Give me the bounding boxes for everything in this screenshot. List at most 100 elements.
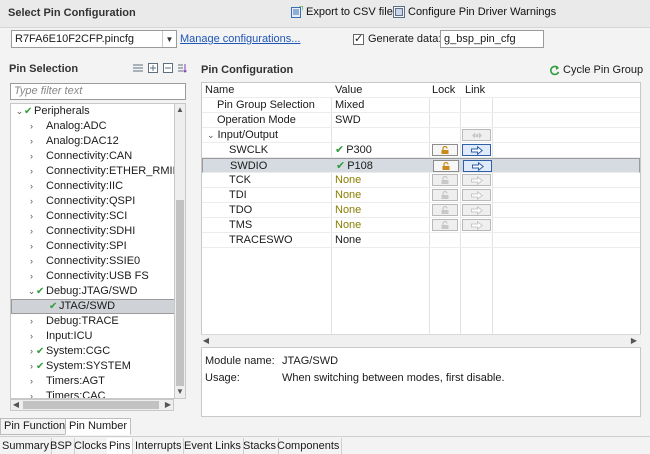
tab-clocks[interactable]: Clocks: [72, 438, 111, 454]
table-row[interactable]: TDI None: [202, 188, 640, 203]
tree-item[interactable]: › Connectivity:USB FS: [11, 269, 174, 284]
pin-value-cell[interactable]: ✔ P300: [335, 143, 372, 158]
tree-item[interactable]: › Timers:AGT: [11, 374, 174, 389]
link-button[interactable]: [462, 129, 491, 141]
tree-item[interactable]: › Debug:TRACE: [11, 314, 174, 329]
pin-value-cell[interactable]: ✔ P108: [336, 159, 373, 174]
pin-value-cell[interactable]: None: [335, 218, 361, 233]
chevron-right-icon[interactable]: ›: [27, 134, 36, 149]
chevron-right-icon[interactable]: ›: [27, 194, 36, 209]
tree-item[interactable]: › ✔ System:SYSTEM: [11, 359, 174, 374]
tree-item[interactable]: › Connectivity:SDHI: [11, 224, 174, 239]
tab-pins[interactable]: Pins: [107, 438, 134, 454]
lock-button[interactable]: [432, 204, 458, 216]
chevron-right-icon[interactable]: ›: [27, 164, 36, 179]
tree-vertical-scrollbar[interactable]: ▲ ▼: [174, 103, 186, 399]
column-header-link[interactable]: Link: [465, 83, 485, 98]
tree-item[interactable]: ✔ JTAG/SWD: [11, 299, 174, 314]
pin-value-cell[interactable]: None: [335, 188, 361, 203]
tree-item[interactable]: › Connectivity:SCI: [11, 209, 174, 224]
table-row[interactable]: ⌄ Input/Output: [202, 128, 640, 143]
link-button[interactable]: [462, 189, 491, 201]
chevron-right-icon[interactable]: ›: [27, 149, 36, 164]
tab-stacks[interactable]: Stacks: [241, 438, 280, 454]
link-button[interactable]: [462, 204, 491, 216]
tree-item[interactable]: ⌄✔ Peripherals: [11, 104, 174, 119]
tree-item[interactable]: › Connectivity:IIC: [11, 179, 174, 194]
table-horizontal-scrollbar[interactable]: ◀ ▶: [201, 334, 641, 346]
chevron-right-icon[interactable]: ›: [27, 359, 36, 374]
lock-button[interactable]: [432, 219, 458, 231]
chevron-right-icon[interactable]: ›: [27, 239, 36, 254]
link-button[interactable]: [462, 174, 491, 186]
scroll-right-icon[interactable]: ▶: [629, 336, 639, 346]
pin-config-select[interactable]: R7FA6E10F2CFP.pincfg ▼: [11, 30, 177, 48]
table-row[interactable]: TMS None: [202, 218, 640, 233]
scroll-left-icon[interactable]: ◀: [11, 400, 21, 410]
tree-item[interactable]: › Timers:CAC: [11, 389, 174, 398]
scroll-down-icon[interactable]: ▼: [175, 387, 185, 397]
tab-pin-number[interactable]: Pin Number: [65, 418, 132, 435]
collapse-all-icon[interactable]: [163, 63, 173, 73]
chevron-right-icon[interactable]: ›: [27, 344, 36, 359]
manage-configurations-link[interactable]: Manage configurations...: [180, 33, 300, 45]
list-icon[interactable]: [133, 63, 143, 73]
pin-value-cell[interactable]: None: [335, 203, 361, 218]
table-row[interactable]: SWCLK ✔ P300: [202, 143, 640, 158]
chevron-right-icon[interactable]: ›: [27, 119, 36, 134]
column-header-lock[interactable]: Lock: [432, 83, 455, 98]
configure-warnings-button[interactable]: Configure Pin Driver Warnings: [393, 6, 556, 18]
chevron-right-icon[interactable]: ›: [27, 314, 36, 329]
table-row[interactable]: TDO None: [202, 203, 640, 218]
tab-interrupts[interactable]: Interrupts: [133, 438, 185, 454]
chevron-right-icon[interactable]: ›: [27, 254, 36, 269]
chevron-down-icon[interactable]: ⌄: [27, 284, 36, 299]
chevron-down-icon[interactable]: ⌄: [207, 130, 215, 140]
chevron-right-icon[interactable]: ›: [27, 209, 36, 224]
cycle-pin-group-button[interactable]: Cycle Pin Group: [549, 64, 643, 76]
pin-value-cell[interactable]: Mixed: [335, 98, 364, 113]
chevron-down-icon[interactable]: ⌄: [15, 104, 24, 119]
expand-all-icon[interactable]: [148, 63, 158, 73]
tree-item[interactable]: › Connectivity:SPI: [11, 239, 174, 254]
tree-item[interactable]: › Input:ICU: [11, 329, 174, 344]
chevron-right-icon[interactable]: ›: [27, 224, 36, 239]
lock-button[interactable]: [433, 160, 459, 172]
tab-summary[interactable]: Summary: [0, 438, 53, 454]
tree-item[interactable]: › Analog:ADC: [11, 119, 174, 134]
column-header-value[interactable]: Value: [335, 83, 362, 98]
generate-data-input[interactable]: g_bsp_pin_cfg: [440, 30, 544, 48]
tree-scroll-thumb[interactable]: [176, 200, 184, 386]
chevron-right-icon[interactable]: ›: [27, 329, 36, 344]
tree-item[interactable]: › Connectivity:ETHER_RMII: [11, 164, 174, 179]
lock-button[interactable]: [432, 144, 458, 156]
scroll-up-icon[interactable]: ▲: [175, 105, 185, 115]
chevron-right-icon[interactable]: ›: [27, 269, 36, 284]
tab-pin-function[interactable]: Pin Function: [0, 418, 70, 435]
lock-button[interactable]: [432, 189, 458, 201]
export-csv-button[interactable]: Export to CSV file: [291, 6, 393, 18]
table-row[interactable]: Operation Mode SWD: [202, 113, 640, 128]
tree-item[interactable]: › ✔ System:CGC: [11, 344, 174, 359]
tree-hscroll-thumb[interactable]: [23, 401, 159, 409]
tab-components[interactable]: Components: [275, 438, 343, 454]
tab-bsp[interactable]: BSP: [48, 438, 76, 454]
link-button[interactable]: [462, 219, 491, 231]
filter-input[interactable]: Type filter text: [10, 83, 186, 100]
pin-value-cell[interactable]: SWD: [335, 113, 361, 128]
tree-item[interactable]: › Connectivity:QSPI: [11, 194, 174, 209]
pin-value-cell[interactable]: None: [335, 173, 361, 188]
chevron-right-icon[interactable]: ›: [27, 374, 36, 389]
pin-value-cell[interactable]: None: [335, 233, 361, 248]
tree-item[interactable]: › Connectivity:SSIE0: [11, 254, 174, 269]
column-header-name[interactable]: Name: [205, 83, 234, 98]
sort-icon[interactable]: [178, 63, 188, 73]
tree-item[interactable]: › Connectivity:CAN: [11, 149, 174, 164]
tree-horizontal-scrollbar[interactable]: ◀ ▶: [10, 399, 174, 411]
generate-data-checkbox[interactable]: [353, 32, 364, 45]
table-row[interactable]: TCK None: [202, 173, 640, 188]
lock-button[interactable]: [432, 174, 458, 186]
link-button[interactable]: [462, 144, 491, 156]
table-row[interactable]: TRACESWO None: [202, 233, 640, 248]
table-row[interactable]: Pin Group Selection Mixed: [202, 98, 640, 113]
